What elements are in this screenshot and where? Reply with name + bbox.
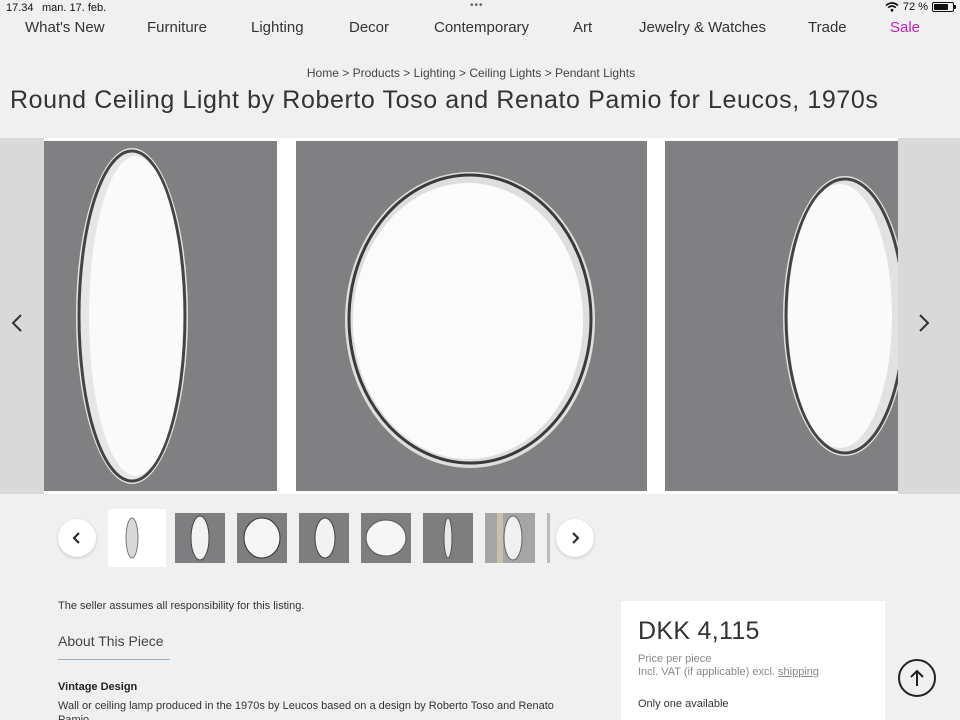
thumbnails-prev-button[interactable] — [58, 519, 96, 557]
thumbnail-3[interactable] — [237, 513, 287, 563]
breadcrumb[interactable]: Home > Products > Lighting > Ceiling Lig… — [0, 66, 942, 80]
thumbnail-image — [237, 513, 287, 563]
main-nav: What's New Furniture Lighting Decor Cont… — [0, 17, 960, 39]
thumbnail-strip — [58, 509, 598, 567]
page-title: Round Ceiling Light by Roberto Toso and … — [10, 86, 879, 114]
chevron-right-icon — [919, 314, 930, 332]
thumbnail-5[interactable] — [361, 513, 411, 563]
thumbnail-image — [485, 513, 535, 563]
seller-note: The seller assumes all responsibility fo… — [58, 600, 305, 612]
battery-percent: 72 % — [902, 1, 928, 13]
lamp-angle-image — [665, 141, 898, 491]
gallery-next-button[interactable] — [917, 312, 931, 338]
thumbnail-image — [423, 513, 473, 563]
scroll-to-top-button[interactable] — [898, 659, 936, 697]
thumbnail-image — [110, 511, 164, 565]
gallery-prev-button[interactable] — [10, 312, 24, 338]
thumbnails-next-button[interactable] — [556, 519, 594, 557]
shipping-link[interactable]: shipping — [778, 666, 819, 678]
lamp-side-image — [44, 141, 277, 491]
battery-icon — [932, 2, 956, 12]
status-time: 17.34 — [6, 2, 34, 14]
chevron-left-icon — [72, 532, 80, 544]
image-gallery[interactable] — [0, 138, 960, 494]
chevron-left-icon — [11, 314, 22, 332]
thumbnail-4[interactable] — [299, 513, 349, 563]
nav-lighting[interactable]: Lighting — [251, 19, 304, 36]
status-bar: 17.34 man. 17. feb. ••• 72 % — [0, 0, 960, 16]
gallery-slide-side-view[interactable] — [44, 141, 277, 491]
price-per-piece: Price per piece — [638, 653, 712, 665]
thumbnail-image — [175, 513, 225, 563]
nav-contemporary[interactable]: Contemporary — [434, 19, 529, 36]
wifi-icon — [885, 2, 899, 12]
status-date: man. 17. feb. — [42, 2, 107, 14]
about-underline — [58, 659, 170, 660]
availability-text: Only one available — [638, 698, 729, 710]
thumbnail-6[interactable] — [423, 513, 473, 563]
thumbnail-2[interactable] — [175, 513, 225, 563]
price-card: DKK 4,115 Price per piece Incl. VAT (if … — [621, 601, 885, 720]
about-section-title[interactable]: About This Piece — [58, 633, 164, 649]
thumbnail-image — [361, 513, 411, 563]
arrow-up-icon — [910, 669, 924, 686]
vat-text: Incl. VAT (if applicable) excl. — [638, 666, 775, 678]
thumbnail-7[interactable] — [485, 513, 535, 563]
nav-furniture[interactable]: Furniture — [147, 19, 207, 36]
lamp-front-image — [296, 141, 647, 491]
status-right: 72 % — [885, 1, 956, 13]
thumbnail-1[interactable] — [108, 509, 166, 567]
nav-whats-new[interactable]: What's New — [25, 19, 105, 36]
nav-decor[interactable]: Decor — [349, 19, 389, 36]
vat-note: Incl. VAT (if applicable) excl. shipping — [638, 666, 819, 678]
nav-jewelry-watches[interactable]: Jewelry & Watches — [639, 19, 766, 36]
nav-sale[interactable]: Sale — [890, 19, 920, 36]
description-text: Wall or ceiling lamp produced in the 197… — [58, 700, 554, 720]
chevron-right-icon — [572, 532, 580, 544]
thumbnail-image — [299, 513, 349, 563]
nav-art[interactable]: Art — [573, 19, 592, 36]
multitask-dots-icon[interactable]: ••• — [470, 0, 484, 11]
gallery-slide-front-view[interactable] — [296, 141, 647, 491]
price: DKK 4,115 — [638, 617, 760, 645]
thumbnail-8-partial[interactable] — [547, 513, 550, 563]
gallery-slide-angle-view[interactable] — [665, 141, 898, 491]
nav-trade[interactable]: Trade — [808, 19, 847, 36]
vintage-design-label: Vintage Design — [58, 681, 138, 693]
